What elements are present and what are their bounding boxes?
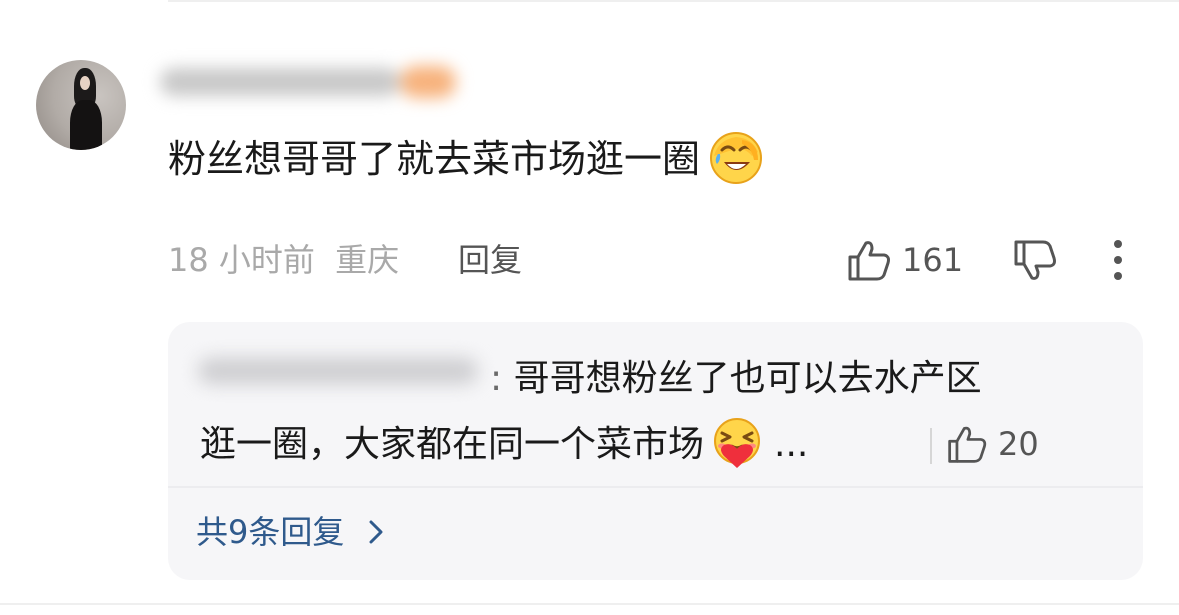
thumbs-up-icon — [948, 426, 987, 463]
reply-like-separator — [930, 428, 932, 464]
thumbs-up-icon — [848, 241, 890, 281]
reply-divider — [168, 486, 1143, 488]
reply-button[interactable]: 回复 — [458, 238, 522, 282]
like-count: 161 — [902, 241, 964, 279]
comment-location: 重庆 — [335, 241, 400, 279]
chevron-right-icon — [369, 520, 383, 544]
bottom-divider — [0, 603, 1179, 605]
reply-username-blurred[interactable] — [188, 346, 488, 396]
comment-thread: 粉丝想哥哥了就去菜市场逛一圈 18 小时前 重庆 回复 161: 哥哥想粉丝了… — [0, 0, 1179, 615]
top-divider — [168, 0, 1179, 2]
more-replies-label: 共9条回复 — [196, 513, 345, 551]
comment-text: 粉丝想哥哥了就去菜市场逛一圈 — [168, 137, 701, 181]
hugging-heart-emoji-icon — [714, 418, 761, 468]
laughing-emoji-icon — [710, 131, 763, 184]
reply-like-button[interactable]: 20 — [946, 420, 1039, 468]
reply-preview-box[interactable]: : 哥哥想粉丝了也可以去水产区 逛一圈，大家都在同一个菜市场 ... 20 共9… — [168, 322, 1143, 580]
reply-like-count: 20 — [998, 425, 1039, 463]
view-all-replies-button[interactable]: 共9条回复 — [196, 508, 390, 556]
like-button[interactable]: 161 — [846, 236, 963, 284]
reply-text-line2: 逛一圈，大家都在同一个菜市场 ... — [200, 418, 808, 472]
reply-ellipsis: ... — [774, 424, 809, 465]
avatar[interactable] — [36, 60, 126, 150]
comment-meta: 18 小时前 重庆 回复 — [168, 238, 522, 282]
comment-body: 粉丝想哥哥了就去菜市场逛一圈 — [168, 130, 764, 188]
more-options-icon[interactable] — [1100, 236, 1136, 284]
username-blurred[interactable] — [150, 54, 470, 108]
comment-time: 18 小时前 — [168, 241, 315, 279]
reply-text-line1: : 哥哥想粉丝了也可以去水产区 — [490, 358, 982, 399]
thumbs-down-icon[interactable] — [1010, 236, 1058, 284]
